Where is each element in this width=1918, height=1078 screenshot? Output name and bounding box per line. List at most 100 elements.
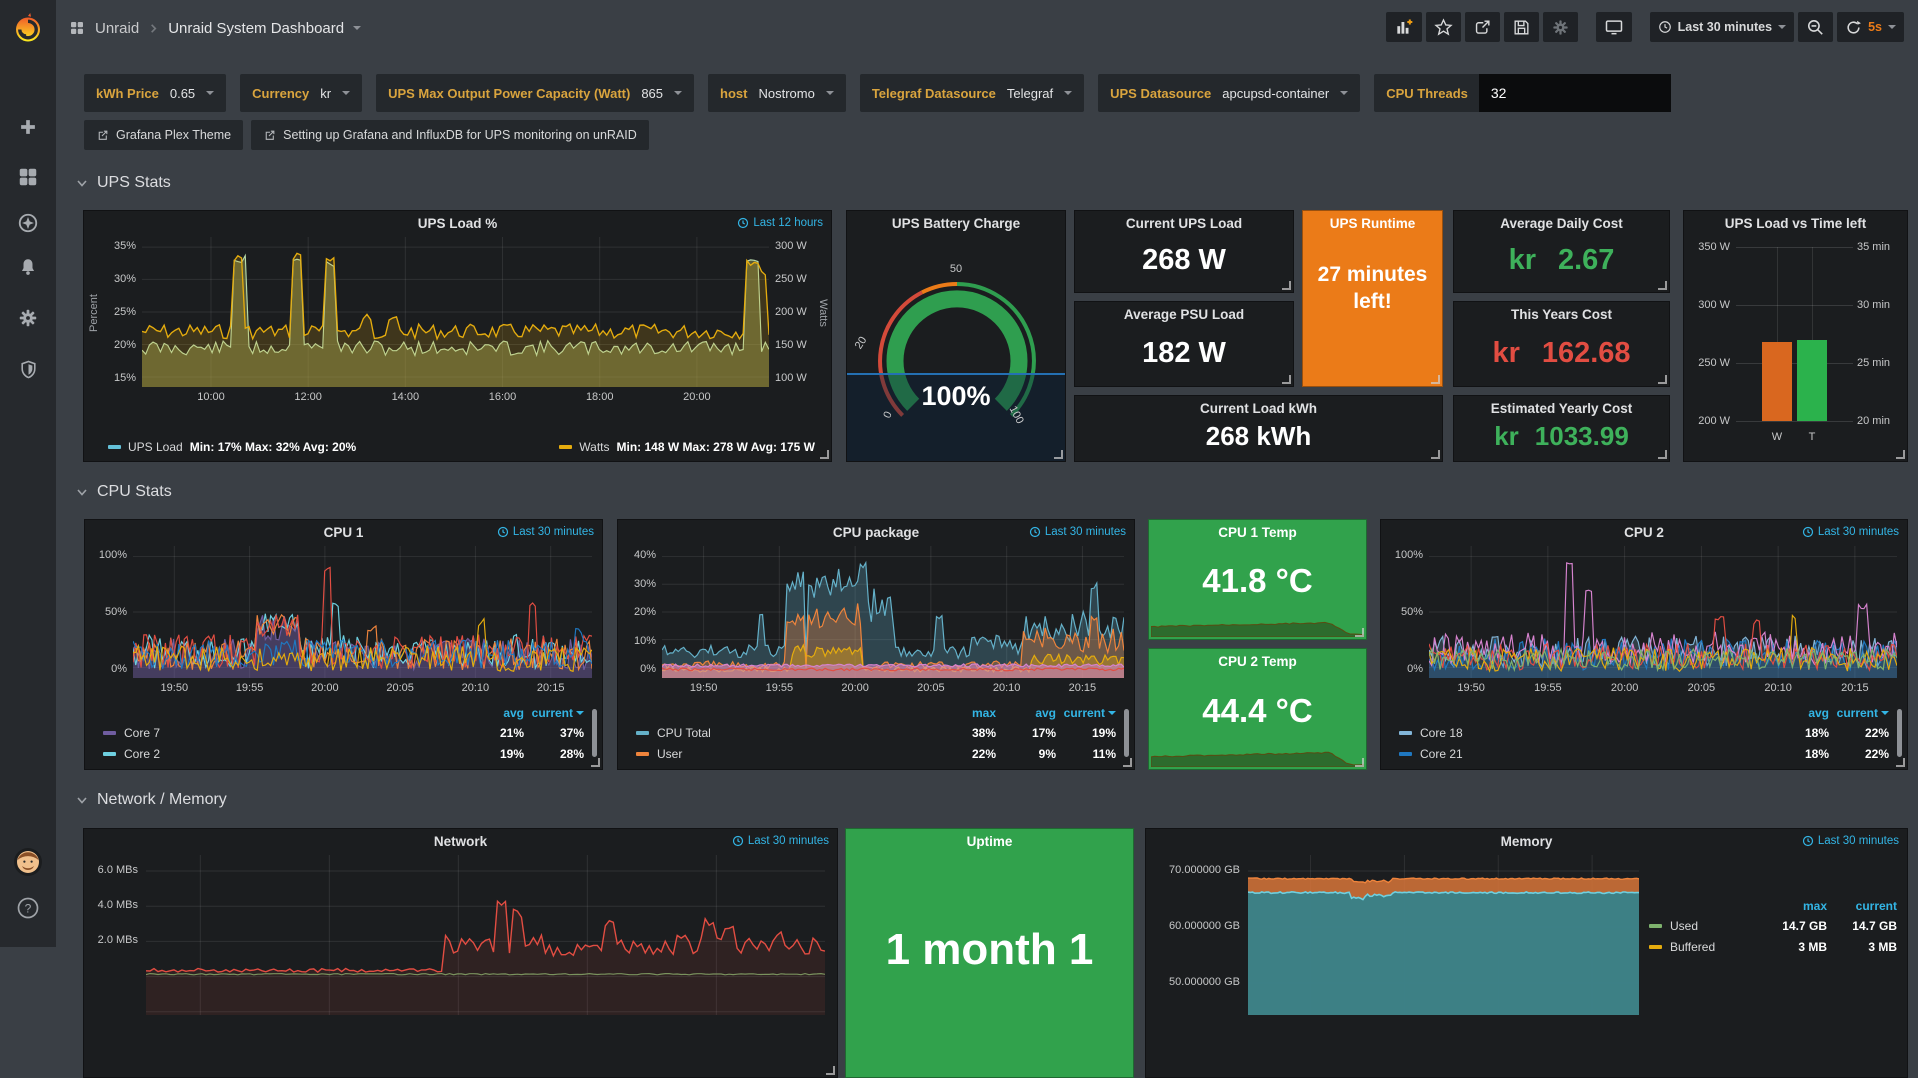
panel-title[interactable]: CPU 2 Temp <box>1149 649 1366 673</box>
panel-time-override[interactable]: Last 30 minutes <box>1802 526 1899 538</box>
panel-resize-handle[interactable] <box>1658 375 1667 384</box>
legend-sort-max[interactable]: max <box>936 706 996 720</box>
variable-ups-datasource[interactable]: UPS Datasource apcupsd-container <box>1098 74 1360 112</box>
panel-resize-handle[interactable] <box>1431 450 1440 459</box>
panel-time-override[interactable]: Last 30 minutes <box>497 526 594 538</box>
panel-resize-handle[interactable] <box>1355 628 1364 637</box>
panel-time-override[interactable]: Last 30 minutes <box>732 835 829 847</box>
sidebar-item-server-admin[interactable] <box>0 347 56 391</box>
panel-memory: Memory Last 30 minutes 70.000000 GB 60.0… <box>1145 828 1908 1078</box>
panel-resize-handle[interactable] <box>1355 758 1364 767</box>
legend-scrollbar[interactable] <box>1124 709 1129 757</box>
panel-resize-handle[interactable] <box>1054 450 1063 459</box>
legend-sort-avg[interactable]: avg <box>464 706 524 720</box>
panel-resize-handle[interactable] <box>1123 758 1132 767</box>
sidebar-item-dashboards[interactable] <box>0 155 56 199</box>
time-override-label: Last 30 minutes <box>1818 835 1899 847</box>
legend-sort-avg[interactable]: avg <box>996 706 1056 720</box>
panel-time-override[interactable]: Last 30 minutes <box>1802 835 1899 847</box>
variable-currency[interactable]: Currency kr <box>240 74 362 112</box>
panel-time-override[interactable]: Last 12 hours <box>737 217 823 229</box>
legend-series-toggle[interactable]: Core 2 <box>103 747 464 761</box>
panel-title[interactable]: UPS Battery Charge <box>847 211 1065 235</box>
save-button[interactable] <box>1504 12 1539 42</box>
variable-kwh-price[interactable]: kWh Price 0.65 <box>84 74 226 112</box>
sidebar-item-alerting[interactable] <box>0 245 56 289</box>
legend-series-toggle[interactable]: CPU Total <box>636 726 936 740</box>
panel-cpu2: CPU 2 Last 30 minutes 100%50%0% 19:5019:… <box>1380 519 1908 770</box>
sidebar-item-help[interactable]: ? <box>0 886 56 930</box>
legend-sort-current[interactable]: current <box>1829 706 1889 720</box>
panel-title[interactable]: Current UPS Load <box>1075 211 1293 235</box>
panel-title[interactable]: Memory <box>1146 829 1907 853</box>
cycle-view-button[interactable] <box>1596 12 1632 42</box>
grafana-logo[interactable] <box>0 6 56 50</box>
cpu-threads-input[interactable] <box>1479 74 1671 112</box>
panel-resize-handle[interactable] <box>1282 281 1291 290</box>
panel-resize-handle[interactable] <box>1896 758 1905 767</box>
legend-series-toggle[interactable]: User <box>636 747 936 761</box>
panel-resize-handle[interactable] <box>1658 450 1667 459</box>
stat-value: kr162.68 <box>1454 337 1669 370</box>
favorite-button[interactable] <box>1426 12 1461 42</box>
panel-title[interactable]: Current Load kWh <box>1075 396 1442 420</box>
link-grafana-plex-theme[interactable]: Grafana Plex Theme <box>84 120 243 150</box>
panel-title[interactable]: This Years Cost <box>1454 302 1669 326</box>
legend-item-watts[interactable]: Watts Min: 148 W Max: 278 W Avg: 175 W <box>559 440 815 454</box>
section-cpu-stats[interactable]: CPU Stats <box>76 483 172 501</box>
legend-sort-max[interactable]: max <box>1757 899 1827 913</box>
link-grafana-influxdb-guide[interactable]: Setting up Grafana and InfluxDB for UPS … <box>251 120 649 150</box>
zoom-out-button[interactable] <box>1798 12 1833 42</box>
add-panel-button[interactable] <box>1386 12 1422 42</box>
share-button[interactable] <box>1465 12 1500 42</box>
legend-row: Core 18 18% 22% <box>1399 722 1889 743</box>
section-network-memory[interactable]: Network / Memory <box>76 791 227 809</box>
panel-title[interactable]: UPS Load % <box>84 211 831 235</box>
sidebar-item-explore[interactable] <box>0 201 56 245</box>
panel-resize-handle[interactable] <box>826 1066 835 1075</box>
time-range-picker[interactable]: Last 30 minutes <box>1650 12 1794 42</box>
panel-title[interactable]: CPU 1 Temp <box>1149 520 1366 544</box>
legend-item-ups-load[interactable]: UPS Load Min: 17% Max: 32% Avg: 20% <box>108 440 356 454</box>
panel-resize-handle[interactable] <box>1896 450 1905 459</box>
panel-resize-handle[interactable] <box>591 758 600 767</box>
legend-sort-avg[interactable]: avg <box>1769 706 1829 720</box>
variable-telegraf-datasource[interactable]: Telegraf Datasource Telegraf <box>860 74 1084 112</box>
sidebar-item-profile[interactable] <box>0 840 56 884</box>
panel-resize-handle[interactable] <box>1431 375 1440 384</box>
refresh-button[interactable]: 5s <box>1837 12 1904 42</box>
legend-series-toggle[interactable]: Core 21 <box>1399 747 1769 761</box>
legend-series-toggle[interactable]: Core 7 <box>103 726 464 740</box>
legend-sort-current[interactable]: current <box>1827 899 1897 913</box>
legend-scrollbar[interactable] <box>592 709 597 757</box>
dashboard-grid-icon[interactable] <box>68 19 86 37</box>
legend-series-toggle[interactable]: Used <box>1649 919 1757 933</box>
panel-resize-handle[interactable] <box>1658 281 1667 290</box>
panel-title[interactable]: UPS Runtime <box>1303 211 1442 235</box>
sidebar-item-create[interactable] <box>0 105 56 149</box>
variable-value: 0.65 <box>170 86 195 101</box>
legend-sort-current[interactable]: current <box>524 706 584 720</box>
breadcrumb-dashboard-title[interactable]: Unraid System Dashboard <box>168 20 344 37</box>
variable-ups-max-output[interactable]: UPS Max Output Power Capacity (Watt) 865 <box>376 74 694 112</box>
panel-title[interactable]: Average PSU Load <box>1075 302 1293 326</box>
legend-sort-current[interactable]: current <box>1056 706 1116 720</box>
dashboard-settings-button[interactable] <box>1543 12 1578 42</box>
panel-resize-handle[interactable] <box>1282 375 1291 384</box>
sidebar-item-configuration[interactable] <box>0 296 56 340</box>
panel-title[interactable]: UPS Load vs Time left <box>1684 211 1907 235</box>
gear-icon <box>1551 18 1570 37</box>
panel-title[interactable]: Average Daily Cost <box>1454 211 1669 235</box>
legend-series-toggle[interactable]: Core 18 <box>1399 726 1769 740</box>
legend-scrollbar[interactable] <box>1897 709 1902 757</box>
panel-resize-handle[interactable] <box>820 450 829 459</box>
section-ups-stats[interactable]: UPS Stats <box>76 174 171 192</box>
panel-title[interactable]: Network <box>84 829 837 853</box>
breadcrumb-folder[interactable]: Unraid <box>95 20 139 37</box>
panel-title[interactable]: Estimated Yearly Cost <box>1454 396 1669 420</box>
chevron-down-icon[interactable] <box>353 26 361 30</box>
variable-host[interactable]: host Nostromo <box>708 74 846 112</box>
panel-title[interactable]: Uptime <box>846 829 1133 853</box>
svg-text:?: ? <box>25 901 32 915</box>
panel-time-override[interactable]: Last 30 minutes <box>1029 526 1126 538</box>
